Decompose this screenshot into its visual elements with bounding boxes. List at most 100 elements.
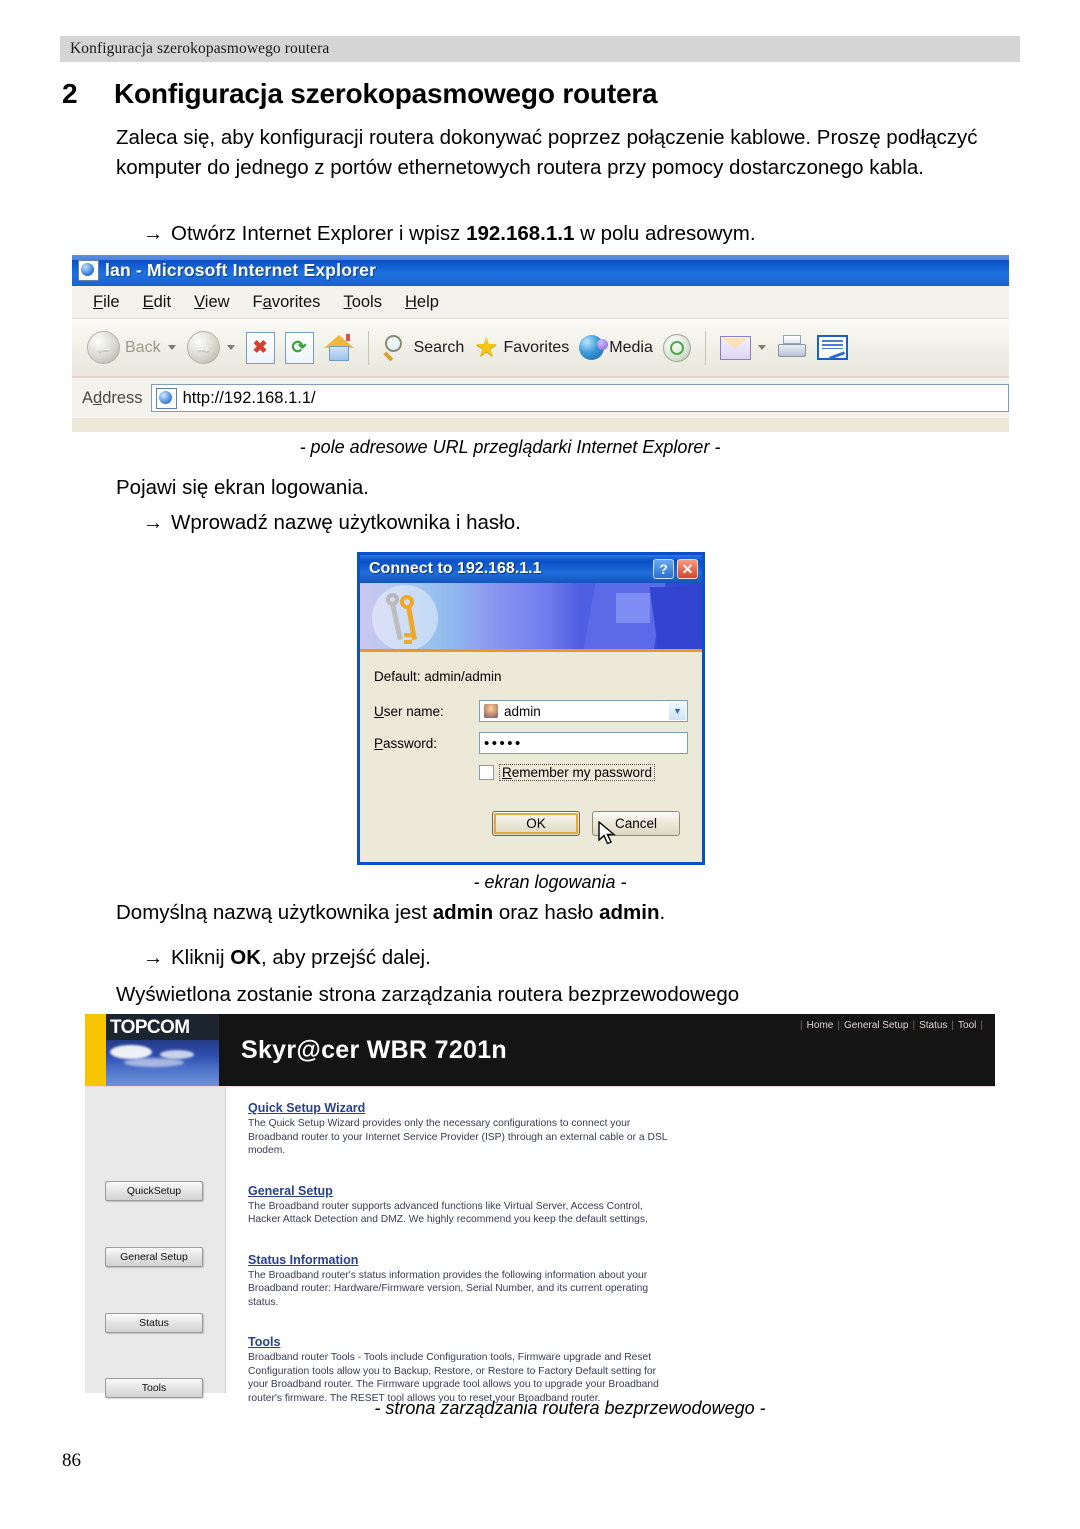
bullet-click-ok-text: Kliknij OK, aby przejść dalej.: [171, 946, 431, 969]
arrow-icon: →: [143, 511, 164, 534]
forward-dropdown-icon[interactable]: [226, 345, 235, 350]
toolbar-separator-2: [704, 330, 706, 365]
dialog-title-bar: Connect to 192.168.1.1 ? ✕: [360, 555, 702, 583]
cancel-button[interactable]: Cancel: [592, 811, 680, 836]
caption-login-screen: - ekran logowania -: [473, 872, 627, 892]
home-button[interactable]: [319, 332, 359, 364]
running-header: Konfiguracja szerokopasmowego routera: [60, 36, 1020, 62]
nav-general-setup[interactable]: General Setup: [844, 1020, 909, 1031]
help-button[interactable]: ?: [653, 559, 674, 579]
section-title-link[interactable]: Tools: [248, 1335, 977, 1349]
bullet-open-ie: → Otwórz Internet Explorer i wpisz 192.1…: [143, 219, 1003, 249]
bullet-enter-credentials: → Wprowadź nazwę użytkownika i hasło.: [143, 508, 1003, 538]
section-description: The Quick Setup Wizard provides only the…: [248, 1118, 668, 1156]
section-title-link[interactable]: General Setup: [248, 1184, 977, 1198]
print-button[interactable]: [772, 333, 812, 362]
nav-home[interactable]: Home: [807, 1020, 834, 1031]
chevron-down-icon[interactable]: ▼: [669, 702, 686, 720]
sidebar-button-general-setup[interactable]: General Setup: [105, 1247, 203, 1267]
remember-password-checkbox[interactable]: [479, 765, 494, 780]
history-button[interactable]: [658, 332, 696, 364]
intro-paragraph: Zaleca się, aby konfiguracji routera dok…: [116, 126, 978, 179]
remember-password-row[interactable]: Remember my password: [479, 764, 688, 781]
router-management-page: TOPCOM Skyr@cer WBR 7201n | Home | Gener…: [85, 1014, 995, 1404]
section-status-information: Status Information The Broadband router'…: [248, 1253, 977, 1310]
back-button[interactable]: ← Back: [82, 329, 166, 366]
password-row: Password: •••••: [374, 732, 688, 754]
media-button[interactable]: Media: [574, 333, 658, 362]
history-icon: [662, 333, 691, 362]
chapter-title: Konfiguracja szerokopasmowego routera: [114, 78, 658, 109]
menu-file[interactable]: File: [84, 291, 129, 314]
ie-address-bar: Address http://192.168.1.1/: [72, 377, 1009, 418]
nav-status[interactable]: Status: [919, 1020, 947, 1031]
section-title-link[interactable]: Status Information: [248, 1253, 977, 1267]
search-button[interactable]: Search: [378, 333, 470, 363]
sidebar-button-status[interactable]: Status: [105, 1313, 203, 1333]
home-icon: [323, 333, 354, 362]
ok-button[interactable]: OK: [492, 811, 580, 836]
menu-view[interactable]: View: [185, 291, 238, 314]
chapter-number: 2: [62, 78, 78, 109]
close-icon[interactable]: ✕: [677, 559, 698, 579]
menu-edit[interactable]: Edit: [134, 291, 180, 314]
ie-menu-bar[interactable]: File Edit View Favorites Tools Help: [72, 286, 1009, 319]
router-body: QuickSetup General Setup Status Tools Qu…: [85, 1087, 995, 1404]
dialog-title: Connect to 192.168.1.1: [369, 560, 542, 577]
refresh-button[interactable]: ⟳: [280, 330, 319, 366]
dialog-body: Default: admin/admin User name: admin ▼ …: [360, 652, 702, 845]
address-label: Address: [82, 388, 143, 407]
section-title-link[interactable]: Quick Setup Wizard: [248, 1101, 977, 1115]
password-input[interactable]: •••••: [479, 732, 688, 754]
dialog-banner: [360, 583, 702, 652]
stop-icon: ✖: [245, 331, 275, 364]
stop-button[interactable]: ✖: [241, 330, 280, 366]
username-label: User name:: [374, 703, 444, 719]
forward-button[interactable]: →: [182, 329, 225, 366]
page-icon: [155, 387, 177, 409]
ie-toolbar: ← Back → ✖ ⟳ Search ★ Favorites Media: [72, 319, 1009, 377]
refresh-icon: ⟳: [284, 331, 314, 364]
back-arrow-icon: ←: [87, 331, 120, 364]
ie-window-icon: [78, 260, 99, 281]
section-general-setup: General Setup The Broadband router suppo…: [248, 1184, 977, 1227]
username-input[interactable]: admin ▼: [479, 700, 688, 722]
printer-icon: [777, 335, 807, 360]
caption-url-field: - pole adresowe URL przeglądarki Interne…: [299, 437, 721, 457]
router-main-content: Quick Setup Wizard The Quick Setup Wizar…: [226, 1087, 995, 1404]
password-value: •••••: [484, 734, 523, 752]
favorites-button[interactable]: ★ Favorites: [469, 332, 574, 363]
favorites-button-label: Favorites: [503, 338, 570, 356]
forward-arrow-icon: →: [186, 331, 220, 364]
menu-help[interactable]: Help: [396, 291, 448, 314]
paragraph-management-page: Wyświetlona zostanie strona zarządzania …: [116, 983, 740, 1006]
router-sidebar: QuickSetup General Setup Status Tools: [85, 1087, 226, 1398]
mail-button[interactable]: [715, 334, 756, 362]
username-value: admin: [504, 703, 541, 719]
section-quick-setup-wizard: Quick Setup Wizard The Quick Setup Wizar…: [248, 1101, 977, 1158]
mail-icon: [719, 335, 751, 360]
section-description: Broadband router Tools - Tools include C…: [248, 1352, 659, 1404]
back-dropdown-icon[interactable]: [167, 345, 176, 350]
router-top-nav: | Home | General Setup | Status | Tool |: [800, 1020, 983, 1031]
caption-management-page: - strona zarządzania routera bezprzewodo…: [374, 1398, 766, 1418]
sidebar-button-tools[interactable]: Tools: [105, 1378, 203, 1398]
nav-tool[interactable]: Tool: [958, 1020, 976, 1031]
brand-accent-bar: [85, 1014, 106, 1086]
toolbar-separator-1: [367, 330, 369, 365]
sidebar-button-quicksetup[interactable]: QuickSetup: [105, 1181, 203, 1201]
media-button-label: Media: [609, 338, 653, 356]
dialog-button-row: OK Cancel: [374, 811, 680, 845]
menu-favorites[interactable]: Favorites: [244, 291, 330, 314]
mail-dropdown-icon[interactable]: [757, 345, 766, 350]
bullet-click-ok: → Kliknij OK, aby przejść dalej.: [143, 943, 1003, 973]
search-button-label: Search: [413, 338, 465, 356]
username-row: User name: admin ▼: [374, 700, 688, 722]
menu-tools[interactable]: Tools: [334, 291, 391, 314]
connect-dialog: Connect to 192.168.1.1 ? ✕ Default: admi…: [357, 552, 705, 865]
brand-name: TOPCOM: [110, 1017, 190, 1038]
address-input[interactable]: http://192.168.1.1/: [150, 384, 1009, 412]
ie-title-bar: lan - Microsoft Internet Explorer: [72, 255, 1009, 286]
edit-button[interactable]: [812, 333, 853, 362]
bullet-open-ie-text: Otwórz Internet Explorer i wpisz 192.168…: [171, 222, 756, 245]
